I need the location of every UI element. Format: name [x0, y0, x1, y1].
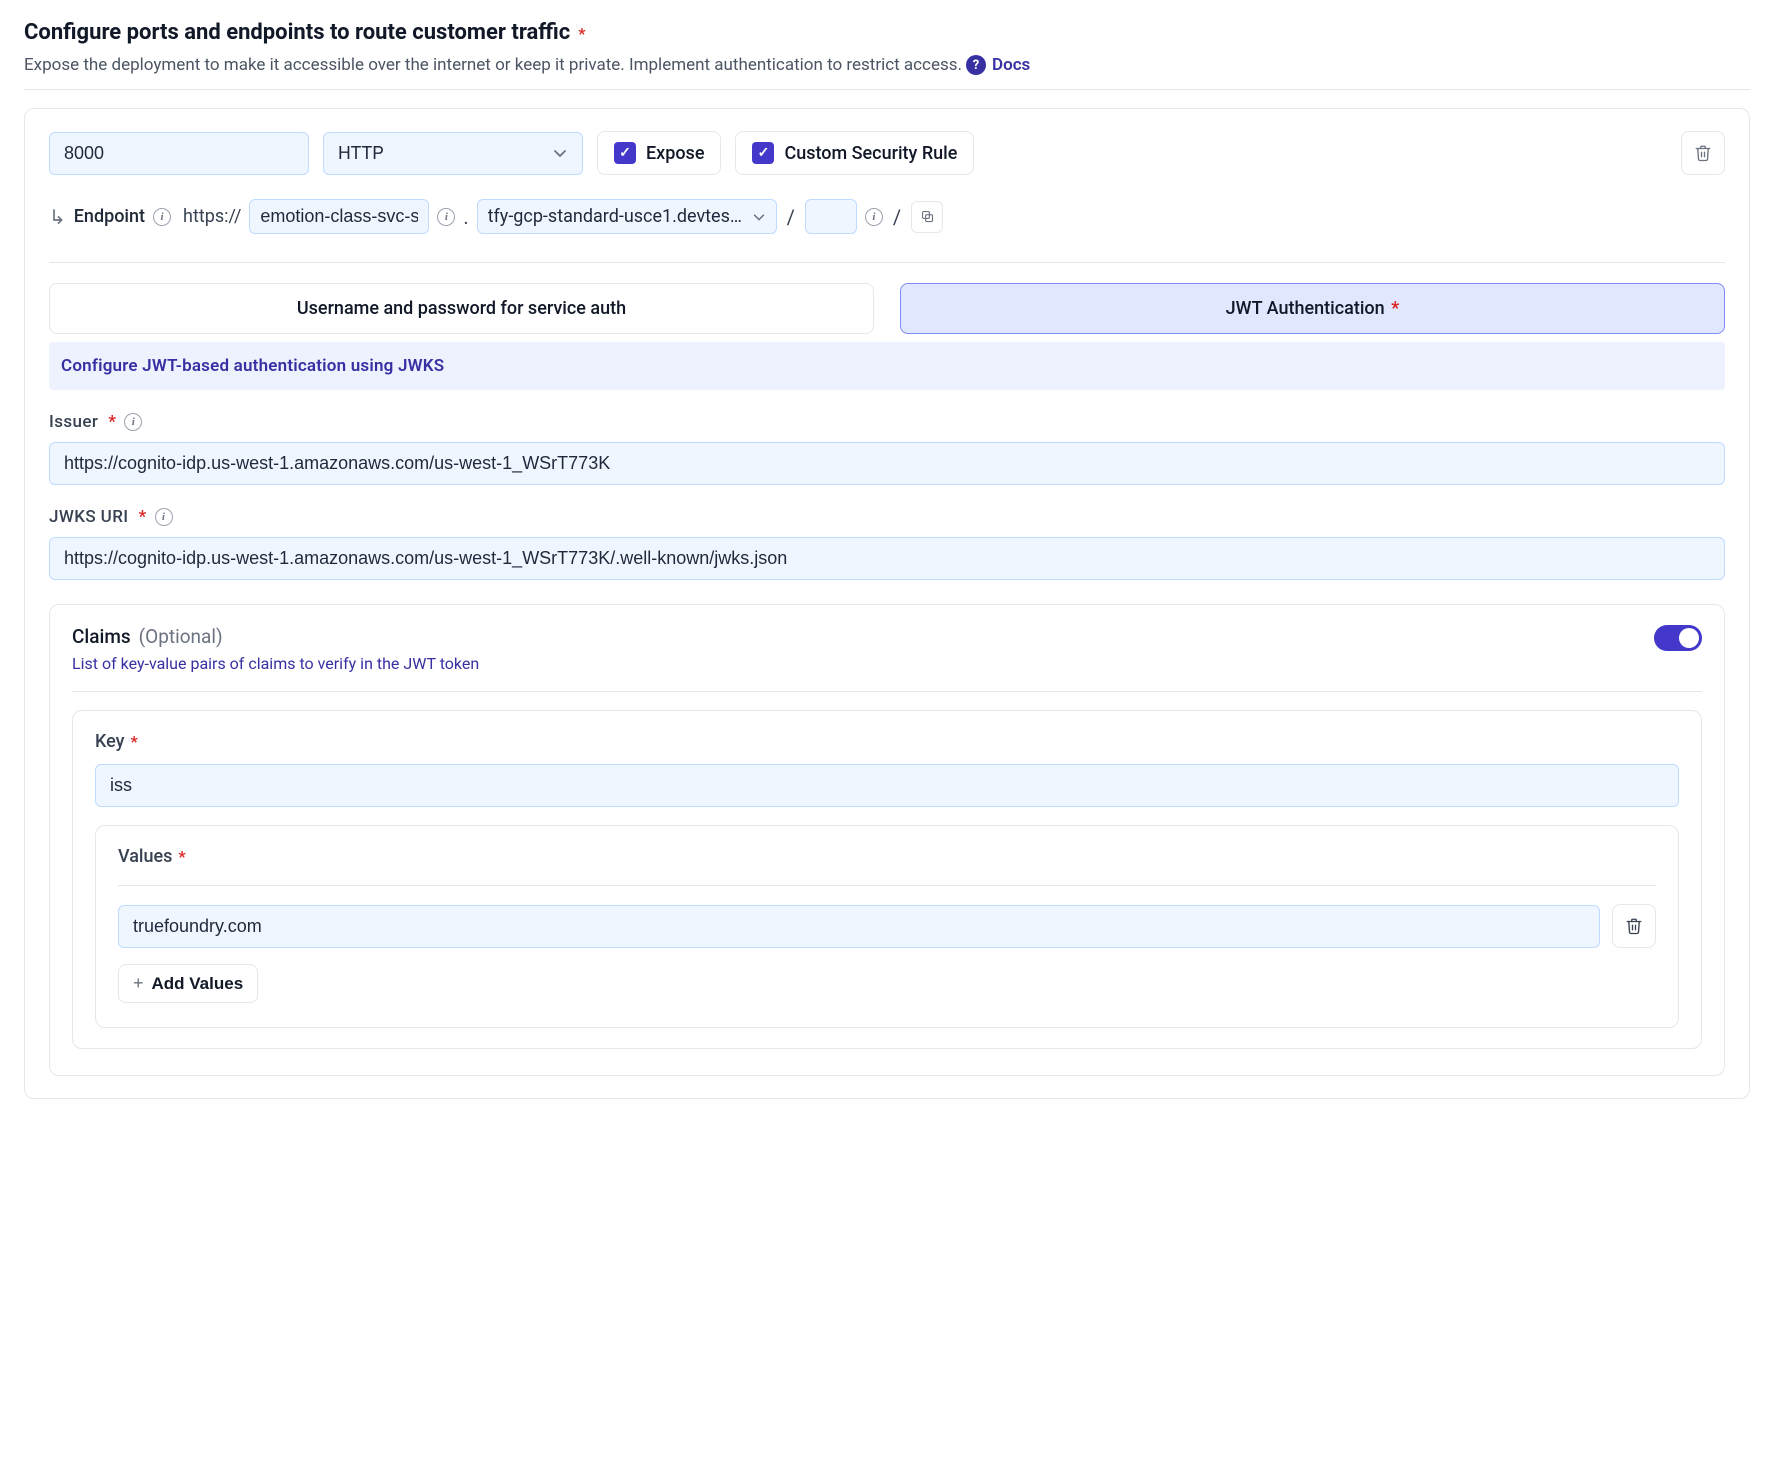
custom-security-label: Custom Security Rule — [784, 143, 957, 164]
add-values-label: Add Values — [152, 974, 244, 994]
expose-checkbox-group[interactable]: ✓ Expose — [597, 131, 721, 175]
claim-value-row — [118, 904, 1656, 948]
claim-key-label: Key — [95, 731, 125, 752]
endpoint-domain-value: tfy-gcp-standard-usce1.devtest.... — [488, 206, 744, 227]
claim-values-label: Values — [118, 846, 172, 867]
required-marker: * — [578, 24, 585, 43]
sub-arrow-icon: ↳ — [49, 205, 66, 229]
help-icon[interactable]: ? — [966, 55, 986, 75]
required-marker: * — [139, 507, 147, 527]
claims-toggle[interactable] — [1654, 625, 1702, 651]
required-marker: * — [178, 847, 185, 866]
expose-checkbox[interactable]: ✓ — [614, 142, 636, 164]
endpoint-path-input[interactable] — [805, 199, 857, 234]
auth-tab-description: Configure JWT-based authentication using… — [49, 342, 1725, 390]
claims-optional-label: (Optional) — [139, 625, 223, 648]
protocol-value: HTTP — [338, 143, 384, 164]
chevron-down-icon — [552, 145, 568, 161]
delete-port-button[interactable] — [1681, 131, 1725, 175]
trash-icon — [1625, 917, 1643, 935]
values-divider — [118, 885, 1656, 886]
info-icon[interactable]: i — [124, 413, 142, 431]
tab-username-label: Username and password for service auth — [297, 298, 626, 319]
tab-username-auth[interactable]: Username and password for service auth — [49, 283, 874, 334]
required-marker: * — [1391, 298, 1399, 319]
claim-value-input[interactable] — [118, 905, 1600, 948]
endpoint-trailing-slash: / — [891, 205, 903, 229]
expose-label: Expose — [646, 143, 704, 164]
claims-title: Claims — [72, 625, 131, 648]
custom-security-checkbox-group[interactable]: ✓ Custom Security Rule — [735, 131, 974, 175]
custom-security-checkbox[interactable]: ✓ — [752, 142, 774, 164]
docs-link[interactable]: Docs — [992, 55, 1030, 75]
endpoint-slash: / — [785, 205, 797, 229]
issuer-label: Issuer — [49, 412, 98, 432]
claims-description: List of key-value pairs of claims to ver… — [72, 654, 479, 673]
delete-value-button[interactable] — [1612, 904, 1656, 948]
claim-key-input[interactable] — [95, 764, 1679, 807]
port-config-card: HTTP ✓ Expose ✓ Custom Security Rule ↳ E… — [24, 108, 1750, 1099]
info-icon[interactable]: i — [153, 208, 171, 226]
required-marker: * — [130, 732, 137, 751]
required-marker: * — [108, 412, 116, 432]
copy-endpoint-button[interactable] — [911, 201, 943, 233]
endpoint-scheme: https:// — [183, 206, 241, 227]
endpoint-subdomain-input[interactable] — [249, 199, 429, 234]
trash-icon — [1694, 144, 1712, 162]
tab-jwt-label: JWT Authentication — [1226, 298, 1385, 319]
issuer-input[interactable] — [49, 442, 1725, 485]
copy-icon — [920, 209, 935, 224]
info-icon[interactable]: i — [155, 508, 173, 526]
info-icon[interactable]: i — [865, 208, 883, 226]
plus-icon: + — [133, 973, 144, 994]
endpoint-dot: . — [463, 205, 468, 229]
claims-divider — [72, 691, 1702, 692]
jwks-label: JWKS URI — [49, 507, 129, 527]
chevron-down-icon — [752, 210, 766, 224]
claim-item-card: Key * Values * — [72, 710, 1702, 1049]
page-title: Configure ports and endpoints to route c… — [24, 20, 570, 45]
claims-card: Claims (Optional) List of key-value pair… — [49, 604, 1725, 1076]
section-divider — [49, 262, 1725, 263]
tab-jwt-auth[interactable]: JWT Authentication * — [900, 283, 1725, 334]
endpoint-domain-select[interactable]: tfy-gcp-standard-usce1.devtest.... — [477, 199, 777, 234]
toggle-knob — [1679, 628, 1699, 648]
info-icon[interactable]: i — [437, 208, 455, 226]
endpoint-label: Endpoint — [74, 206, 145, 227]
jwks-input[interactable] — [49, 537, 1725, 580]
claim-values-card: Values * + Add Values — [95, 825, 1679, 1028]
protocol-select[interactable]: HTTP — [323, 132, 583, 175]
header-divider — [24, 89, 1750, 90]
page-description: Expose the deployment to make it accessi… — [24, 55, 962, 75]
add-values-button[interactable]: + Add Values — [118, 964, 258, 1003]
port-input[interactable] — [49, 132, 309, 175]
